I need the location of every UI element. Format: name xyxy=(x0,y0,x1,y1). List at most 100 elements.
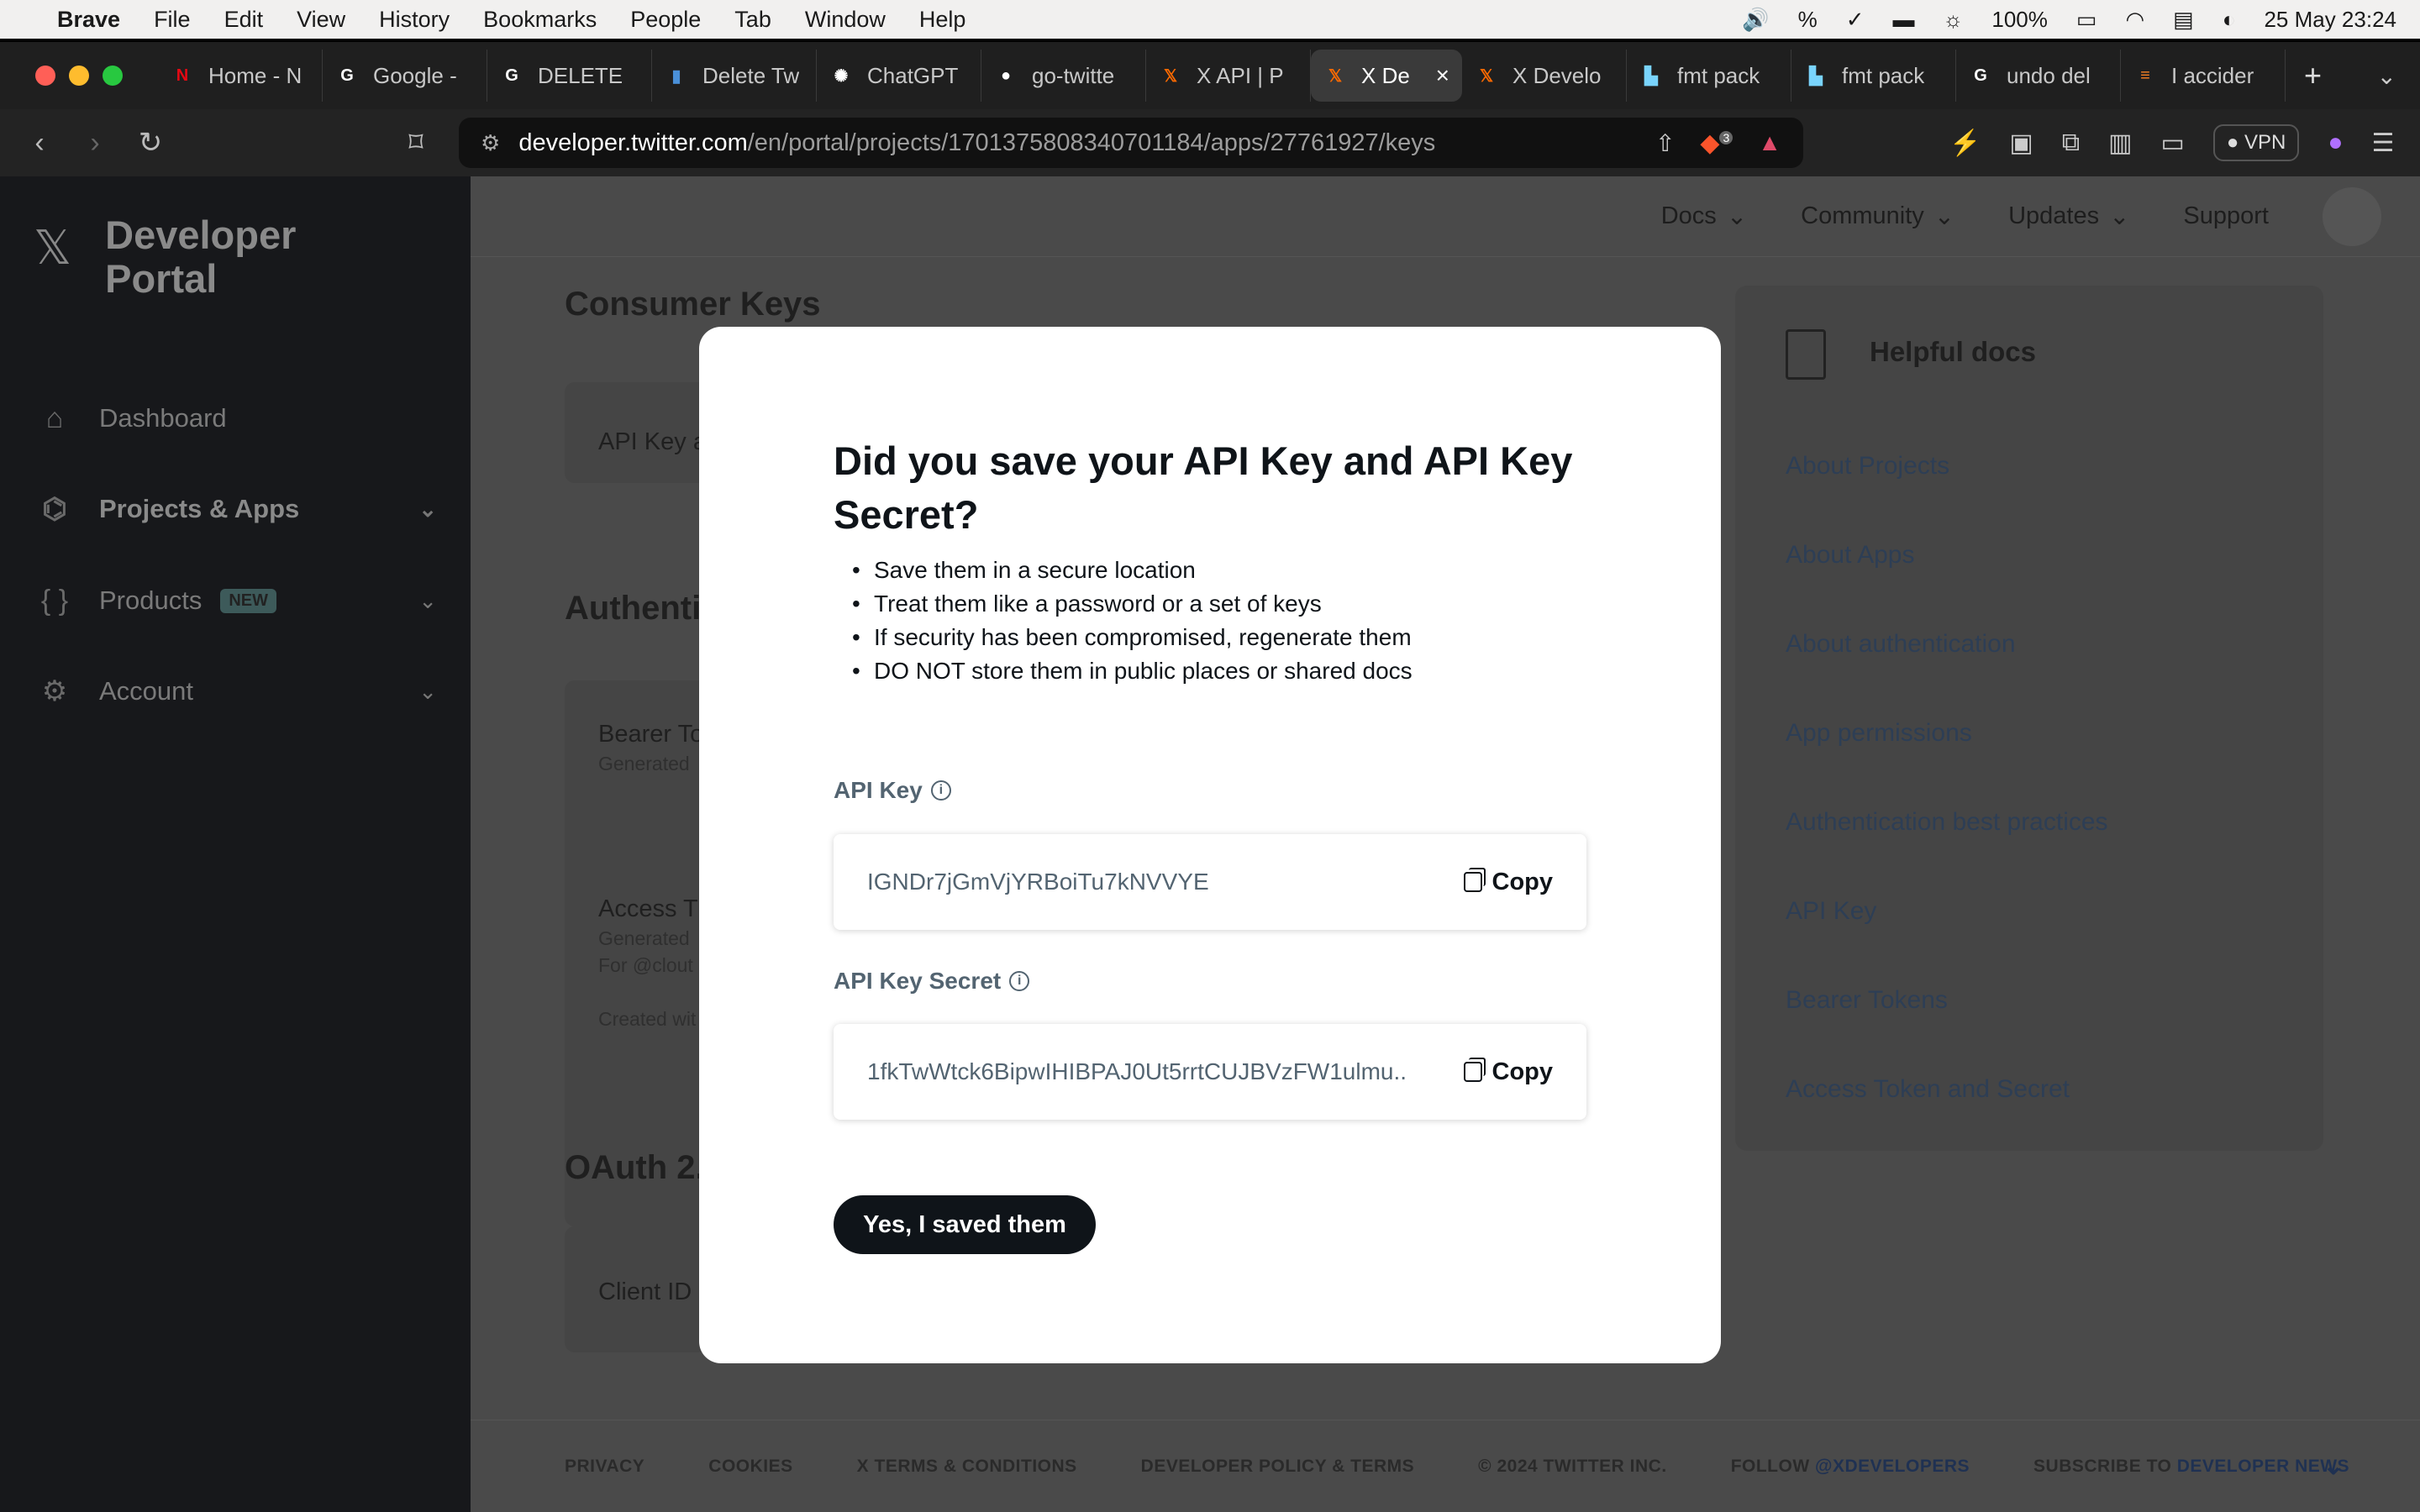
link-about-projects[interactable]: About Projects xyxy=(1786,452,1949,480)
nav-community[interactable]: Community ⌄ xyxy=(1801,202,1954,231)
browser-tab[interactable]: ≡ I accider xyxy=(2121,50,2286,102)
copy-api-key-secret-button[interactable]: Copy xyxy=(1463,1058,1553,1086)
confirm-saved-button[interactable]: Yes, I saved them xyxy=(834,1195,1096,1254)
footer-cookies-link[interactable]: COOKIES xyxy=(708,1457,792,1477)
tab-list-chevron-icon[interactable]: ⌄ xyxy=(2377,62,2396,90)
menu-window[interactable]: Window xyxy=(805,7,886,33)
nav-updates[interactable]: Updates ⌄ xyxy=(2008,202,2129,231)
browser-tab[interactable]: ▙ fmt pack xyxy=(1627,50,1791,102)
browser-tab[interactable]: G Google - xyxy=(323,50,487,102)
footer-follow[interactable]: FOLLOW @XDEVELOPERS xyxy=(1731,1457,1970,1477)
menu-app-name[interactable]: Brave xyxy=(57,7,120,33)
menu-bookmarks[interactable]: Bookmarks xyxy=(483,7,597,33)
clock[interactable]: 25 May 23:24 xyxy=(2264,7,2396,33)
battery-icon[interactable]: ▭ xyxy=(2076,7,2097,33)
api-key-secret-field[interactable]: 1fkTwWtck6BipwIHIBPAJ0Ut5rrtCUJBVzFW1ulm… xyxy=(834,1024,1586,1120)
link-api-key[interactable]: API Key xyxy=(1786,897,1876,926)
browser-tab[interactable]: ● go-twitte xyxy=(981,50,1146,102)
brave-rewards-icon[interactable]: ▲ xyxy=(1758,129,1781,156)
browser-tab[interactable]: Gundo del xyxy=(1956,50,2121,102)
menu-tab[interactable]: Tab xyxy=(734,7,771,33)
consumer-keys-heading: Consumer Keys xyxy=(565,286,821,323)
menu-view[interactable]: View xyxy=(297,7,345,33)
new-tab-button[interactable]: + xyxy=(2304,58,2322,93)
close-tab-icon[interactable]: × xyxy=(1436,62,1449,89)
address-bar[interactable]: ⚙ developer.twitter.com/en/portal/projec… xyxy=(459,118,1803,168)
avatar[interactable] xyxy=(2323,186,2381,246)
wallet-icon[interactable]: ▭ xyxy=(2161,129,2185,158)
sidebar-item-products[interactable]: { } Products NEW ⌄ xyxy=(34,575,437,626)
link-app-permissions[interactable]: App permissions xyxy=(1786,719,1972,748)
menu-file[interactable]: File xyxy=(154,7,191,33)
nav-docs[interactable]: Docs ⌄ xyxy=(1661,202,1747,231)
menu-history[interactable]: History xyxy=(379,7,450,33)
footer-policy-link[interactable]: DEVELOPER POLICY & TERMS xyxy=(1141,1457,1415,1477)
control-center-icon[interactable]: ◐ xyxy=(2223,7,2236,33)
volume-icon[interactable]: 🔊 xyxy=(1742,7,1769,33)
footer-terms-link[interactable]: X TERMS & CONDITIONS xyxy=(857,1457,1077,1477)
chevron-down-icon[interactable]: ⌄ xyxy=(2323,1452,2344,1481)
forward-button[interactable]: › xyxy=(67,127,123,160)
home-icon: ⌂ xyxy=(45,402,64,434)
footer-subscribe[interactable]: SUBSCRIBE TO DEVELOPER NEWS xyxy=(2033,1457,2349,1477)
brand[interactable]: 𝕏 Developer Portal xyxy=(34,213,357,301)
puzzle-icon[interactable]: ⧉ xyxy=(2062,129,2080,157)
nav-support[interactable]: Support xyxy=(2183,202,2269,230)
link-about-authentication[interactable]: About authentication xyxy=(1786,630,2016,659)
check-circle-icon[interactable]: ✓ xyxy=(1846,7,1865,33)
share-icon[interactable]: ⇧ xyxy=(1655,129,1675,157)
vpn-button[interactable]: ● VPN xyxy=(2212,124,2300,161)
brand-name: Developer Portal xyxy=(105,213,297,301)
browser-tab[interactable]: 𝕏 X De × xyxy=(1311,50,1462,102)
browser-tab[interactable]: ▮ Delete Tw xyxy=(652,50,817,102)
info-icon[interactable]: i xyxy=(1009,971,1030,991)
percent-status[interactable]: % xyxy=(1798,7,1818,33)
stackoverflow-icon: ≡ xyxy=(2140,66,2150,85)
sidebar-toggle-icon[interactable]: ▥ xyxy=(2108,129,2132,158)
browser-tab[interactable]: ▙ fmt pack xyxy=(1791,50,1956,102)
brave-shields-icon[interactable]: ◆ 3 xyxy=(1700,129,1733,158)
link-access-token-secret[interactable]: Access Token and Secret xyxy=(1786,1075,2070,1104)
browser-tab[interactable]: G DELETE xyxy=(487,50,652,102)
info-icon[interactable]: i xyxy=(930,780,951,801)
x-icon: 𝕏 xyxy=(1479,66,1494,86)
browser-tab[interactable]: 𝕏 X Develo xyxy=(1462,50,1627,102)
browser-tab[interactable]: N Home - N xyxy=(158,50,323,102)
reload-button[interactable]: ↻ xyxy=(123,126,178,160)
menu-help[interactable]: Help xyxy=(919,7,966,33)
browser-tab[interactable]: ✺ ChatGPT xyxy=(817,50,981,102)
link-auth-best-practices[interactable]: Authentication best practices xyxy=(1786,808,2108,837)
bookmark-icon[interactable]: ⌑ xyxy=(388,126,444,160)
sidebar-item-account[interactable]: ⚙ Account ⌄ xyxy=(34,666,437,717)
sunset-icon[interactable]: ☼ xyxy=(1944,7,1964,33)
extension-icon[interactable]: ▣ xyxy=(2009,129,2033,158)
braces-icon: { } xyxy=(40,584,69,617)
browser-tab[interactable]: 𝕏 X API | P xyxy=(1146,50,1311,102)
link-bearer-tokens[interactable]: Bearer Tokens xyxy=(1786,986,1948,1015)
api-key-value[interactable]: IGNDr7jGmVjYRBoiTu7kNVVYE xyxy=(867,869,1405,895)
copy-api-key-button[interactable]: Copy xyxy=(1463,868,1553,896)
back-button[interactable]: ‹ xyxy=(12,127,67,160)
menu-icon[interactable]: ☰ xyxy=(2372,129,2395,158)
zoom-window-button[interactable] xyxy=(103,66,123,86)
footer-privacy-link[interactable]: PRIVACY xyxy=(565,1457,644,1477)
url-text[interactable]: developer.twitter.com/en/portal/projects… xyxy=(518,129,1435,157)
api-key-secret-value[interactable]: 1fkTwWtck6BipwIHIBPAJ0Ut5rrtCUJBVzFW1ulm… xyxy=(867,1058,1405,1085)
menu-edit[interactable]: Edit xyxy=(224,7,264,33)
access-for-label: For @clout xyxy=(598,954,693,976)
wifi-icon[interactable]: ◠ xyxy=(2125,7,2144,33)
site-settings-icon[interactable]: ⚙ xyxy=(481,130,500,156)
close-window-button[interactable] xyxy=(35,66,55,86)
leo-icon[interactable]: ⚡ xyxy=(1949,129,1981,158)
keyboard-icon[interactable]: ▤ xyxy=(2173,7,2194,33)
minimize-window-button[interactable] xyxy=(69,66,89,86)
bed-icon[interactable]: ▬ xyxy=(1893,7,1915,33)
sidebar-item-projects-apps[interactable]: ⌬ Projects & Apps ⌄ xyxy=(34,484,437,534)
link-about-apps[interactable]: About Apps xyxy=(1786,541,1914,570)
profile-icon[interactable]: ● xyxy=(2328,129,2343,157)
sidebar-item-dashboard[interactable]: ⌂ Dashboard xyxy=(34,393,437,444)
battery-percent[interactable]: 100% xyxy=(1991,7,2048,33)
menu-people[interactable]: People xyxy=(630,7,701,33)
api-key-field[interactable]: IGNDr7jGmVjYRBoiTu7kNVVYE Copy xyxy=(834,834,1586,930)
sidebar-item-label: Dashboard xyxy=(99,403,227,433)
